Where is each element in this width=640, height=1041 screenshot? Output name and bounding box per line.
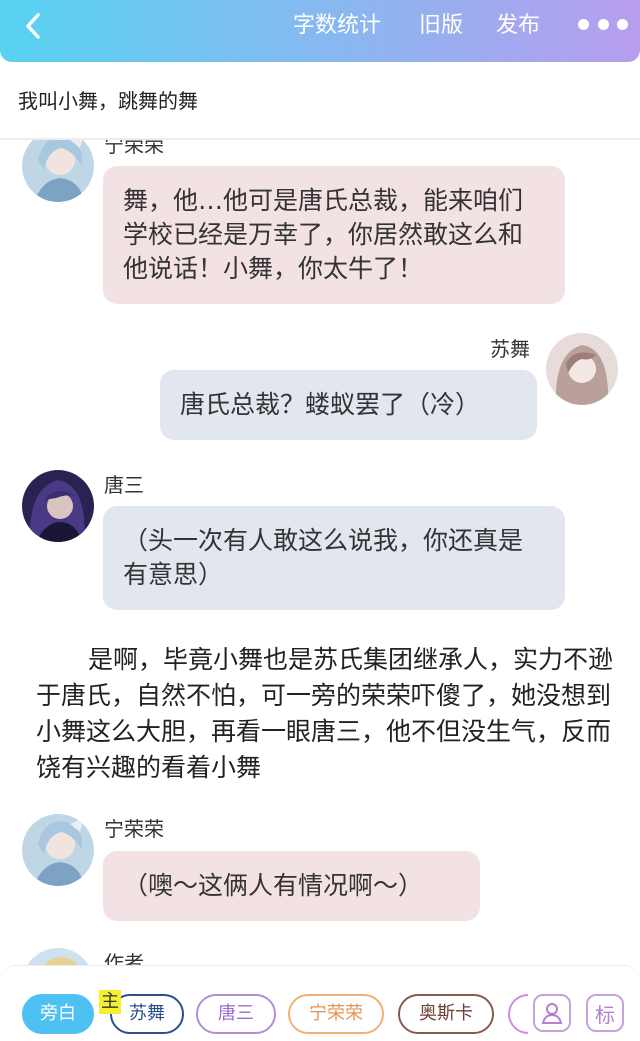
tag-label: 标	[595, 1002, 615, 1027]
message-bubble[interactable]: （噢～这俩人有情况啊～）	[103, 851, 480, 921]
message-bubble[interactable]: 舞，他…他可是唐氏总裁，能来咱们学校已经是万幸了，你居然敢这么和他说话！小舞，你…	[103, 166, 565, 304]
role-chip-narration[interactable]: 旁白	[22, 994, 94, 1034]
speaker-name: 唐三	[104, 473, 144, 497]
publish-button[interactable]: 发布	[496, 12, 540, 40]
role-chip-su-wu[interactable]: 苏舞	[110, 994, 184, 1034]
role-chip-oscar[interactable]: 奥斯卡	[398, 994, 494, 1034]
tag-button[interactable]: 标	[586, 994, 624, 1032]
role-selector-bar: 旁白 苏舞 主 唐三 宁荣荣 奥斯卡 标	[0, 965, 640, 1041]
avatar-ning-rongrong[interactable]	[22, 140, 94, 202]
speaker-name: 作者	[104, 951, 144, 965]
message-bubble[interactable]: （头一次有人敢这么说我，你还真是有意思）	[103, 506, 565, 610]
speaker-name: 苏舞	[490, 337, 530, 361]
avatar-ning-rongrong[interactable]	[22, 814, 94, 886]
chat-content[interactable]: 宁荣荣 舞，他…他可是唐氏总裁，能来咱们学校已经是万幸了，你居然敢这么和他说话！…	[0, 140, 640, 965]
more-dots-icon[interactable]	[578, 14, 628, 34]
chapter-title[interactable]: 我叫小舞，跳舞的舞	[18, 86, 198, 116]
role-chip-partial[interactable]	[508, 994, 528, 1034]
message-bubble[interactable]: 唐氏总裁？蝼蚁罢了（冷）	[160, 370, 537, 440]
role-chip-ning-rongrong[interactable]: 宁荣荣	[288, 994, 384, 1034]
avatar-su-wu[interactable]	[546, 333, 618, 405]
word-count-button[interactable]: 字数统计	[293, 12, 381, 40]
person-icon[interactable]	[533, 994, 571, 1032]
avatar-author[interactable]	[22, 948, 94, 965]
speaker-name: 宁荣荣	[104, 817, 164, 841]
top-bar: 字数统计 旧版 发布	[0, 0, 640, 62]
avatar-tang-san[interactable]	[22, 470, 94, 542]
back-button[interactable]	[18, 10, 50, 42]
chevron-left-icon	[26, 13, 40, 39]
main-role-tag: 主	[99, 990, 121, 1014]
role-chip-tang-san[interactable]: 唐三	[196, 994, 276, 1034]
old-version-button[interactable]: 旧版	[419, 12, 463, 40]
narration-paragraph[interactable]: 是啊，毕竟小舞也是苏氏集团继承人，实力不逊于唐氏，自然不怕，可一旁的荣荣吓傻了，…	[36, 642, 616, 786]
speaker-name: 宁荣荣	[104, 140, 164, 157]
